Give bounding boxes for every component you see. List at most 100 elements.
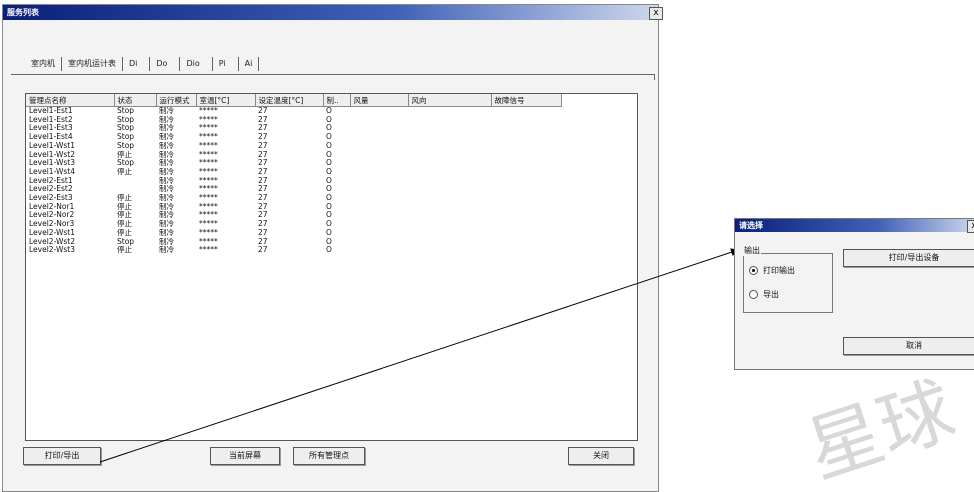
table-row[interactable]: Level1-Wst1 Stop 制冷 ***** 27 O <box>26 142 561 151</box>
main-close-icon[interactable]: x <box>649 7 663 20</box>
cell-mode: 制冷 <box>159 159 174 168</box>
cell-status: 停止 <box>117 211 132 220</box>
cell-room-temp: ***** <box>199 124 218 133</box>
table-row[interactable]: Level2-Nor1 停止 制冷 ***** 27 O <box>26 203 561 212</box>
main-title: 服务列表 <box>7 8 39 17</box>
cell-name: Level1-Wst1 <box>29 141 76 150</box>
tab-indoor-meter[interactable]: 室内机运计表 <box>61 57 122 71</box>
col-header-status[interactable]: 状态 <box>114 94 157 107</box>
cell-status: Stop <box>117 133 135 142</box>
tab-dio[interactable]: Dio <box>179 57 205 71</box>
print-export-device-button[interactable]: 打印/导出设备 <box>843 249 974 267</box>
table-row[interactable]: Level2-Nor3 停止 制冷 ***** 27 O <box>26 220 561 229</box>
tab-di[interactable]: Di <box>122 57 143 71</box>
col-header-control[interactable]: 制.. <box>323 94 351 107</box>
cell-control: O <box>326 185 332 194</box>
cell-set-temp: 27 <box>258 133 268 142</box>
cell-control: O <box>326 194 332 203</box>
table-row[interactable]: Level1-Est3 Stop 制冷 ***** 27 O <box>26 124 561 133</box>
cell-empty <box>350 116 408 125</box>
cell-status: 停止 <box>117 167 132 176</box>
cell-name: Level2-Est3 <box>29 194 73 203</box>
cell-empty <box>408 194 491 203</box>
cell-status <box>114 185 156 194</box>
cell-empty <box>350 107 408 116</box>
tab-indoor-unit[interactable]: 室内机 <box>25 57 61 71</box>
cell-status: Stop <box>117 159 135 168</box>
dialog-cancel-button[interactable]: 取消 <box>843 337 974 355</box>
cell-control: O <box>326 246 332 255</box>
cell-empty <box>491 142 561 151</box>
radio-export-label: 导出 <box>763 290 779 299</box>
col-header-name[interactable]: 管理点名称 <box>26 94 115 107</box>
table-row[interactable]: Level2-Nor2 停止 制冷 ***** 27 O <box>26 211 561 220</box>
tab-ai[interactable]: Ai <box>237 57 260 71</box>
device-list[interactable]: 管理点名称 状态 运行模式 室温[°C] 设定温度[°C] 制.. 风量 风向 … <box>25 93 638 441</box>
table-row[interactable]: Level1-Wst2 停止 制冷 ***** 27 O <box>26 151 561 160</box>
cell-name: Level2-Wst2 <box>29 237 76 246</box>
cell-empty <box>350 185 408 194</box>
col-header-fan-direction[interactable]: 风向 <box>408 94 492 107</box>
table-row[interactable]: Level1-Est4 Stop 制冷 ***** 27 O <box>26 133 561 142</box>
table-row[interactable]: Level1-Wst4 停止 制冷 ***** 27 O <box>26 168 561 177</box>
cell-control: O <box>326 211 332 220</box>
col-header-fan-speed[interactable]: 风量 <box>350 94 409 107</box>
cell-name: Level1-Est2 <box>29 115 73 124</box>
table-row[interactable]: Level2-Est1 制冷 ***** 27 O <box>26 177 561 186</box>
print-export-button[interactable]: 打印/导出 <box>23 447 101 465</box>
cell-set-temp: 27 <box>258 211 268 220</box>
table-row[interactable]: Level2-Est3 停止 制冷 ***** 27 O <box>26 194 561 203</box>
cell-empty <box>491 151 561 160</box>
table-row[interactable]: Level1-Est1 Stop 制冷 ***** 27 O <box>26 107 561 116</box>
table-row[interactable]: Level2-Wst2 Stop 制冷 ***** 27 O <box>26 238 561 247</box>
cell-name: Level1-Est4 <box>29 133 73 142</box>
cell-status: 停止 <box>117 220 132 229</box>
cell-room-temp: ***** <box>199 167 218 176</box>
table-row[interactable]: Level1-Wst3 Stop 制冷 ***** 27 O <box>26 159 561 168</box>
cell-empty <box>408 238 491 247</box>
watermark-text: 星球 <box>797 368 964 488</box>
cell-mode: 制冷 <box>159 167 174 176</box>
radio-print-output[interactable]: 打印输出 <box>749 265 795 276</box>
cell-empty <box>350 133 408 142</box>
cell-mode: 制冷 <box>159 133 174 142</box>
cell-status: 停止 <box>117 202 132 211</box>
cell-empty <box>350 238 408 247</box>
table-row[interactable]: Level2-Wst1 停止 制冷 ***** 27 O <box>26 229 561 238</box>
cell-name: Level2-Wst1 <box>29 228 76 237</box>
cell-empty <box>408 185 491 194</box>
table-row[interactable]: Level2-Wst3 停止 制冷 ***** 27 O <box>26 246 561 255</box>
cell-mode: 制冷 <box>159 150 174 159</box>
cell-empty <box>408 159 491 168</box>
all-points-button[interactable]: 所有管理点 <box>293 447 365 465</box>
cell-empty <box>491 133 561 142</box>
table-row[interactable]: Level2-Est2 制冷 ***** 27 O <box>26 185 561 194</box>
col-header-fault-signal[interactable]: 故障信号 <box>491 94 562 107</box>
cell-control: O <box>326 124 332 133</box>
device-list-window: 服务列表 x 室内机 室内机运计表 Di Do Dio Pi Ai 管理点名称 … <box>2 4 663 492</box>
tab-do[interactable]: Do <box>149 57 173 71</box>
cell-mode: 制冷 <box>159 141 174 150</box>
tab-pi[interactable]: Pi <box>211 57 232 71</box>
cell-room-temp: ***** <box>199 141 218 150</box>
cell-status: Stop <box>117 124 135 133</box>
table-row[interactable]: Level1-Est2 Stop 制冷 ***** 27 O <box>26 116 561 125</box>
radio-export[interactable]: 导出 <box>749 289 779 300</box>
cell-status: 停止 <box>117 150 132 159</box>
cell-set-temp: 27 <box>258 106 268 115</box>
col-header-set-temp[interactable]: 设定温度[°C] <box>255 94 324 107</box>
col-header-mode[interactable]: 运行模式 <box>156 94 197 107</box>
cell-name: Level2-Wst3 <box>29 246 76 255</box>
dialog-close-icon[interactable]: x <box>967 220 974 233</box>
cell-set-temp: 27 <box>258 159 268 168</box>
cell-room-temp: ***** <box>199 228 218 237</box>
cell-name: Level1-Wst4 <box>29 167 76 176</box>
cell-room-temp: ***** <box>199 159 218 168</box>
current-screen-button[interactable]: 当前屏幕 <box>210 447 280 465</box>
cell-control: O <box>326 220 332 229</box>
select-dialog: 请选择 x 输出 打印输出 导出 打印/导出设备 取消 <box>734 218 974 370</box>
device-table: 管理点名称 状态 运行模式 室温[°C] 设定温度[°C] 制.. 风量 风向 … <box>26 94 562 255</box>
cell-name: Level2-Est1 <box>29 176 73 185</box>
close-button[interactable]: 关闭 <box>568 447 634 465</box>
col-header-room-temp[interactable]: 室温[°C] <box>196 94 256 107</box>
